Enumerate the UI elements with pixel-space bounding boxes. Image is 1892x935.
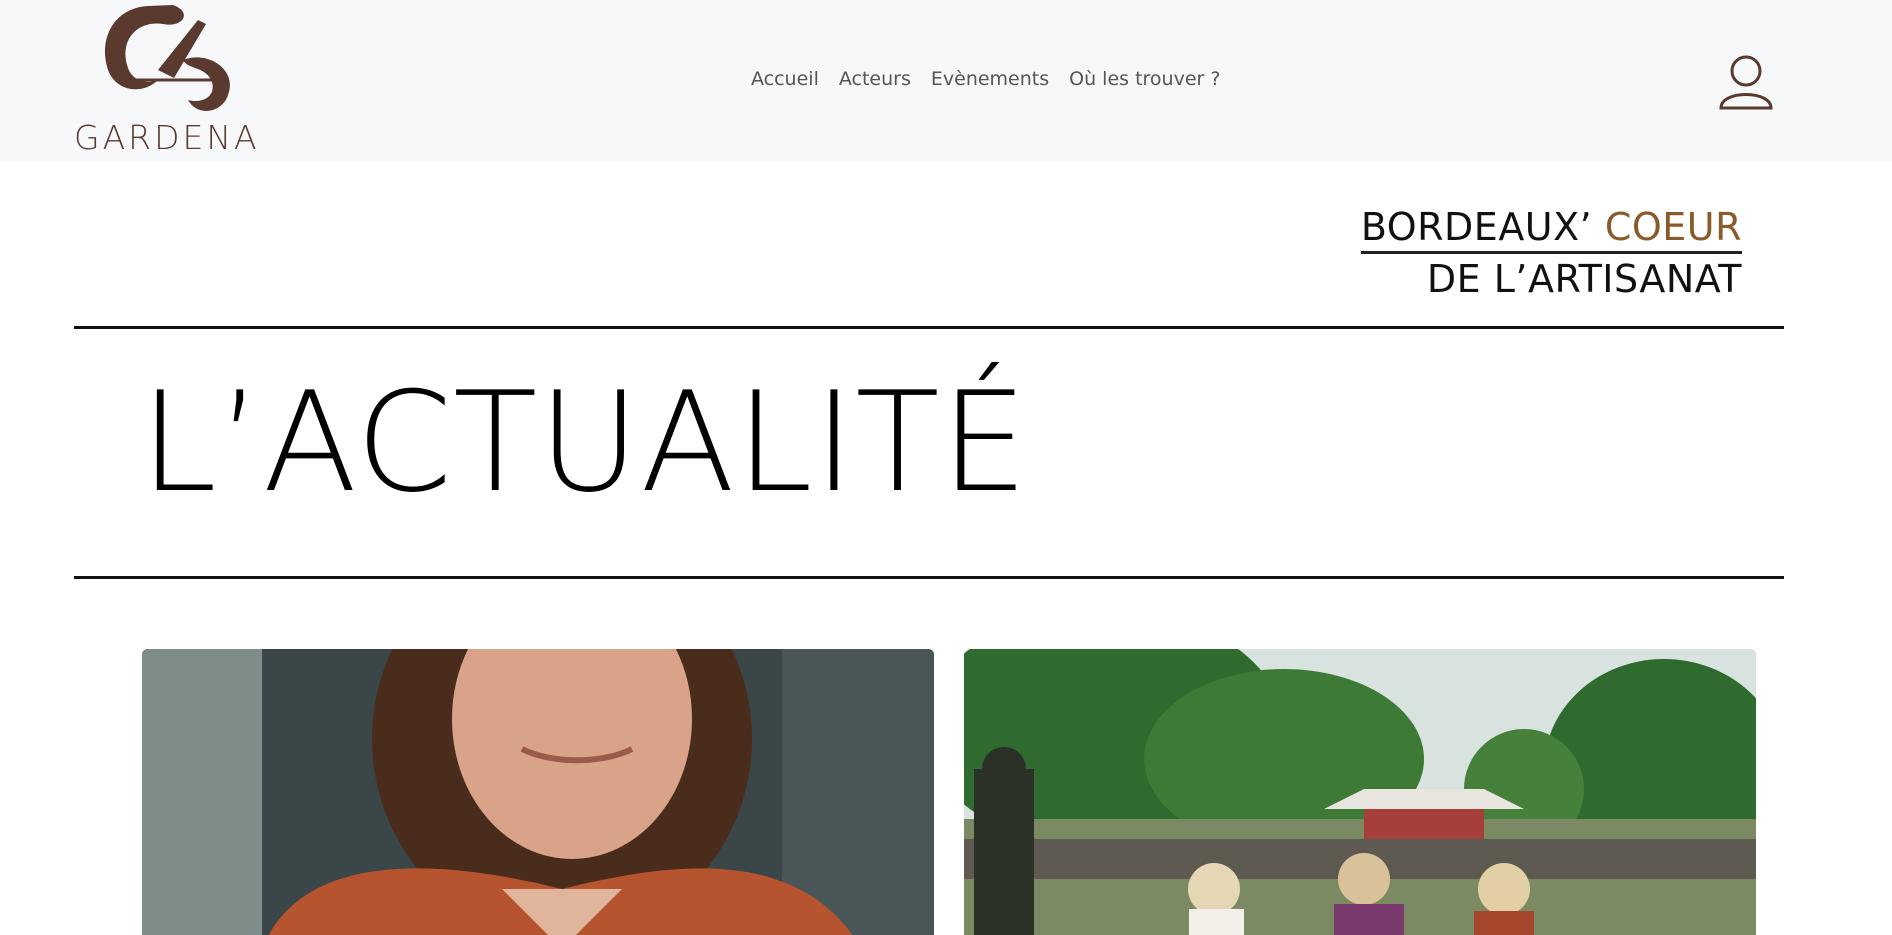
nav-ou-les-trouver[interactable]: Où les trouver ? bbox=[1069, 68, 1220, 90]
divider-top bbox=[74, 326, 1784, 329]
page: GARDENA Accueil Acteurs Evènements Où le… bbox=[0, 0, 1892, 935]
site-header: GARDENA Accueil Acteurs Evènements Où le… bbox=[0, 0, 1892, 161]
festival-photo bbox=[964, 649, 1756, 935]
news-card-image-portrait[interactable] bbox=[142, 649, 934, 935]
main-nav: Accueil Acteurs Evènements Où les trouve… bbox=[751, 68, 1220, 90]
tagline-line-2: DE L’ARTISANAT bbox=[1426, 257, 1742, 301]
page-title: L’ACTUALITÉ bbox=[140, 362, 1029, 523]
divider-bottom bbox=[74, 576, 1784, 579]
logo-mark-icon bbox=[104, 5, 230, 111]
tagline: BORDEAUX’ COEUR DE L’ARTISANAT bbox=[1360, 202, 1742, 304]
user-icon[interactable] bbox=[1718, 54, 1774, 110]
logo[interactable]: GARDENA bbox=[74, 0, 264, 158]
tagline-bordeaux: BORDEAUX’ bbox=[1360, 205, 1593, 249]
nav-accueil[interactable]: Accueil bbox=[751, 68, 819, 90]
news-card-image-festival[interactable] bbox=[964, 649, 1756, 935]
logo-text: GARDENA bbox=[74, 118, 260, 157]
tagline-line-1: BORDEAUX’ COEUR bbox=[1360, 203, 1742, 254]
tagline-coeur: COEUR bbox=[1604, 205, 1742, 249]
portrait-photo bbox=[142, 649, 934, 935]
nav-evenements[interactable]: Evènements bbox=[931, 68, 1049, 90]
nav-acteurs[interactable]: Acteurs bbox=[839, 68, 911, 90]
